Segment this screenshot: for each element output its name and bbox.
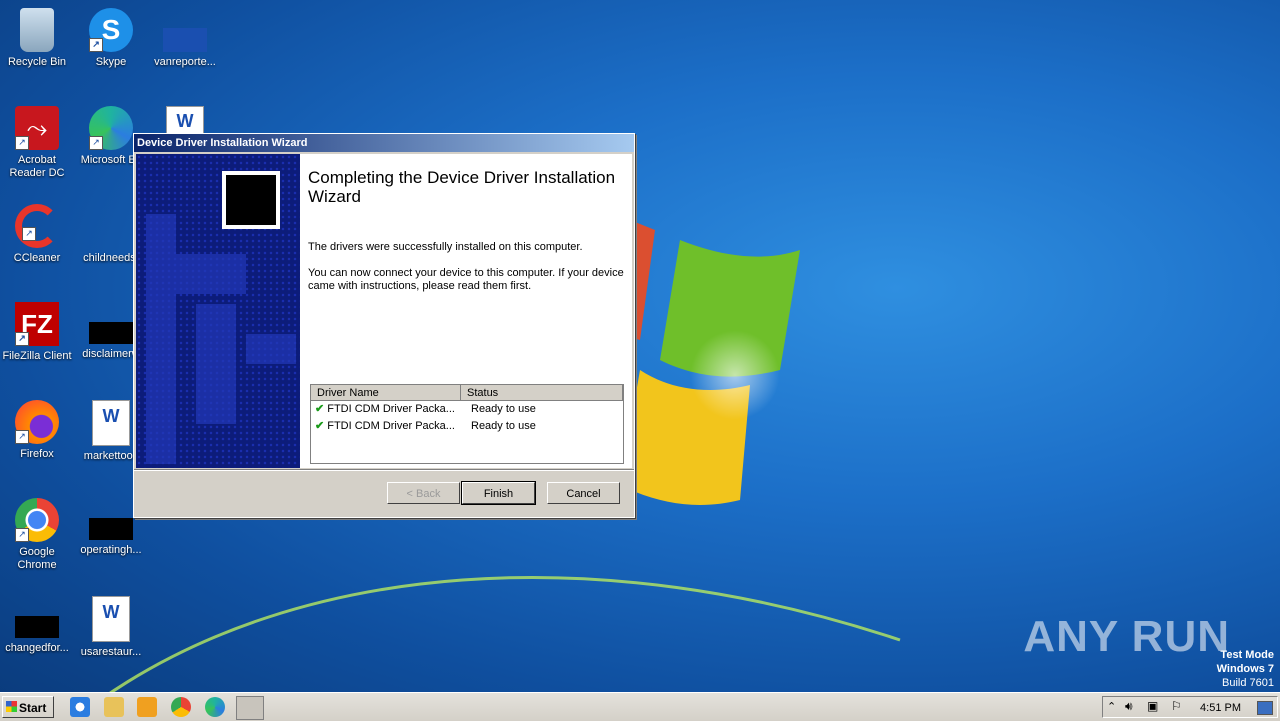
desktop-icon-label: Recycle Bin xyxy=(7,56,67,68)
success-text: The drivers were successfully installed … xyxy=(308,241,583,253)
desktop-icon-usarestaur[interactable]: W usarestaur... xyxy=(74,596,148,659)
ie-icon[interactable] xyxy=(70,697,90,717)
desktop-icon-label: Google Chrome xyxy=(17,546,57,571)
word-doc-icon: W xyxy=(166,106,204,136)
chevron-up-icon[interactable]: ⌃ xyxy=(1107,700,1116,713)
desktop-icon-acrobat[interactable]: ⤳ ↗ Acrobat Reader DC xyxy=(0,106,74,180)
wizard-banner xyxy=(136,154,300,468)
word-doc-icon: W xyxy=(92,400,130,446)
edge-icon[interactable] xyxy=(205,697,225,717)
desktop-icon-ccleaner[interactable]: ↗ CCleaner xyxy=(0,204,74,265)
driver-list[interactable]: Driver Name Status ✔ FTDI CDM Driver Pack… xyxy=(310,384,624,464)
filezilla-icon: FZ ↗ xyxy=(15,302,59,346)
ccleaner-icon: ↗ xyxy=(15,204,59,248)
driver-name: FTDI CDM Driver Packa... xyxy=(327,403,455,415)
explorer-icon[interactable] xyxy=(104,697,124,717)
wallpaper-glow xyxy=(690,330,780,420)
test-mode-label: Test Mode xyxy=(1220,649,1274,661)
checkmark-icon: ✔ xyxy=(315,420,325,432)
system-tray: ⌃ 🔊︎ ▣ ⚐ 4:51 PM xyxy=(1102,696,1278,718)
taskbar: Start ⌃ 🔊︎ ▣ ⚐ 4:51 PM xyxy=(0,692,1280,721)
desktop-icon-label: operatingh... xyxy=(80,544,142,556)
driver-status: Ready to use xyxy=(471,403,536,415)
test-mode-info: Test Mode Windows 7 Build 7601 xyxy=(1217,648,1274,690)
anyrun-watermark: ANY RUN xyxy=(1023,612,1230,661)
file-icon xyxy=(163,28,207,52)
driver-status: Ready to use xyxy=(471,420,536,432)
file-icon xyxy=(89,204,133,248)
acrobat-icon: ⤳ ↗ xyxy=(15,106,59,150)
desktop-icon-vanreporte[interactable]: vanreporte... xyxy=(148,8,222,69)
checkmark-icon: ✔ xyxy=(315,403,325,415)
desktop-icon-label: CCleaner xyxy=(13,252,61,264)
os-label: Windows 7 xyxy=(1216,663,1274,675)
hardware-icon xyxy=(222,171,280,229)
desktop-icon-label: Acrobat Reader DC xyxy=(9,154,65,179)
instructions-text: You can now connect your device to this … xyxy=(308,267,624,292)
back-button[interactable]: < Back xyxy=(387,482,460,504)
divider xyxy=(134,469,634,471)
chrome-icon: ↗ xyxy=(15,498,59,542)
media-player-icon[interactable] xyxy=(137,697,157,717)
volume-icon[interactable]: 🔊︎ xyxy=(1125,699,1133,714)
windows-flag-icon xyxy=(6,701,17,712)
desktop-icon-label: changedfor... xyxy=(5,642,69,654)
list-header: Driver Name Status xyxy=(311,385,623,401)
wizard-heading: Completing the Device Driver Installatio… xyxy=(308,168,616,206)
file-icon xyxy=(89,322,133,344)
file-icon xyxy=(15,616,59,638)
desktop-icon-changedfor[interactable]: changedfor... xyxy=(0,596,74,655)
driver-name: FTDI CDM Driver Packa... xyxy=(327,420,455,432)
start-label: Start xyxy=(19,701,47,715)
desktop-icon-filezilla[interactable]: FZ ↗ FileZilla Client xyxy=(0,302,74,363)
desktop-icon-recycle-bin[interactable]: Recycle Bin xyxy=(0,8,74,69)
desktop-icon-label: usarestaur... xyxy=(80,646,142,658)
action-center-flag-icon[interactable]: ⚐ xyxy=(1171,699,1182,713)
window-titlebar[interactable]: Device Driver Installation Wizard xyxy=(134,134,634,152)
desktop-icon-label: vanreporte... xyxy=(154,56,216,68)
desktop-icon-label: Skype xyxy=(95,56,127,68)
build-label: Build 7601 xyxy=(1222,677,1274,689)
desktop-icon-firefox[interactable]: ↗ Firefox xyxy=(0,400,74,461)
wizard-content: Completing the Device Driver Installatio… xyxy=(300,154,632,468)
cancel-button[interactable]: Cancel xyxy=(547,482,620,504)
chrome-icon[interactable] xyxy=(171,697,191,717)
desktop-icon-chrome[interactable]: ↗ Google Chrome xyxy=(0,498,74,572)
driver-installer-icon[interactable] xyxy=(236,696,264,720)
wallpaper-swoosh xyxy=(99,576,901,702)
desktop-icon-label: FileZilla Client xyxy=(2,350,72,362)
network-icon[interactable]: ▣ xyxy=(1147,699,1158,713)
list-item[interactable]: ✔ FTDI CDM Driver Packa... Ready to use xyxy=(311,401,623,418)
skype-icon: S ↗ xyxy=(89,8,133,52)
column-status[interactable]: Status xyxy=(461,385,623,401)
clock[interactable]: 4:51 PM xyxy=(1200,697,1241,719)
start-button[interactable]: Start xyxy=(2,696,54,718)
recycle-bin-icon xyxy=(20,8,54,52)
list-item[interactable]: ✔ FTDI CDM Driver Packa... Ready to use xyxy=(311,418,623,435)
desktop-icon-label: Firefox xyxy=(20,448,54,460)
file-icon xyxy=(89,518,133,540)
desktop-icon-skype[interactable]: S ↗ Skype xyxy=(74,8,148,69)
edge-icon: ↗ xyxy=(89,106,133,150)
driver-wizard-window: Device Driver Installation Wizard Comple… xyxy=(133,133,635,518)
column-driver-name[interactable]: Driver Name xyxy=(311,385,461,401)
show-desktop-icon[interactable] xyxy=(1257,701,1273,715)
word-doc-icon: W xyxy=(92,596,130,642)
firefox-icon: ↗ xyxy=(15,400,59,444)
finish-button[interactable]: Finish xyxy=(461,481,536,505)
